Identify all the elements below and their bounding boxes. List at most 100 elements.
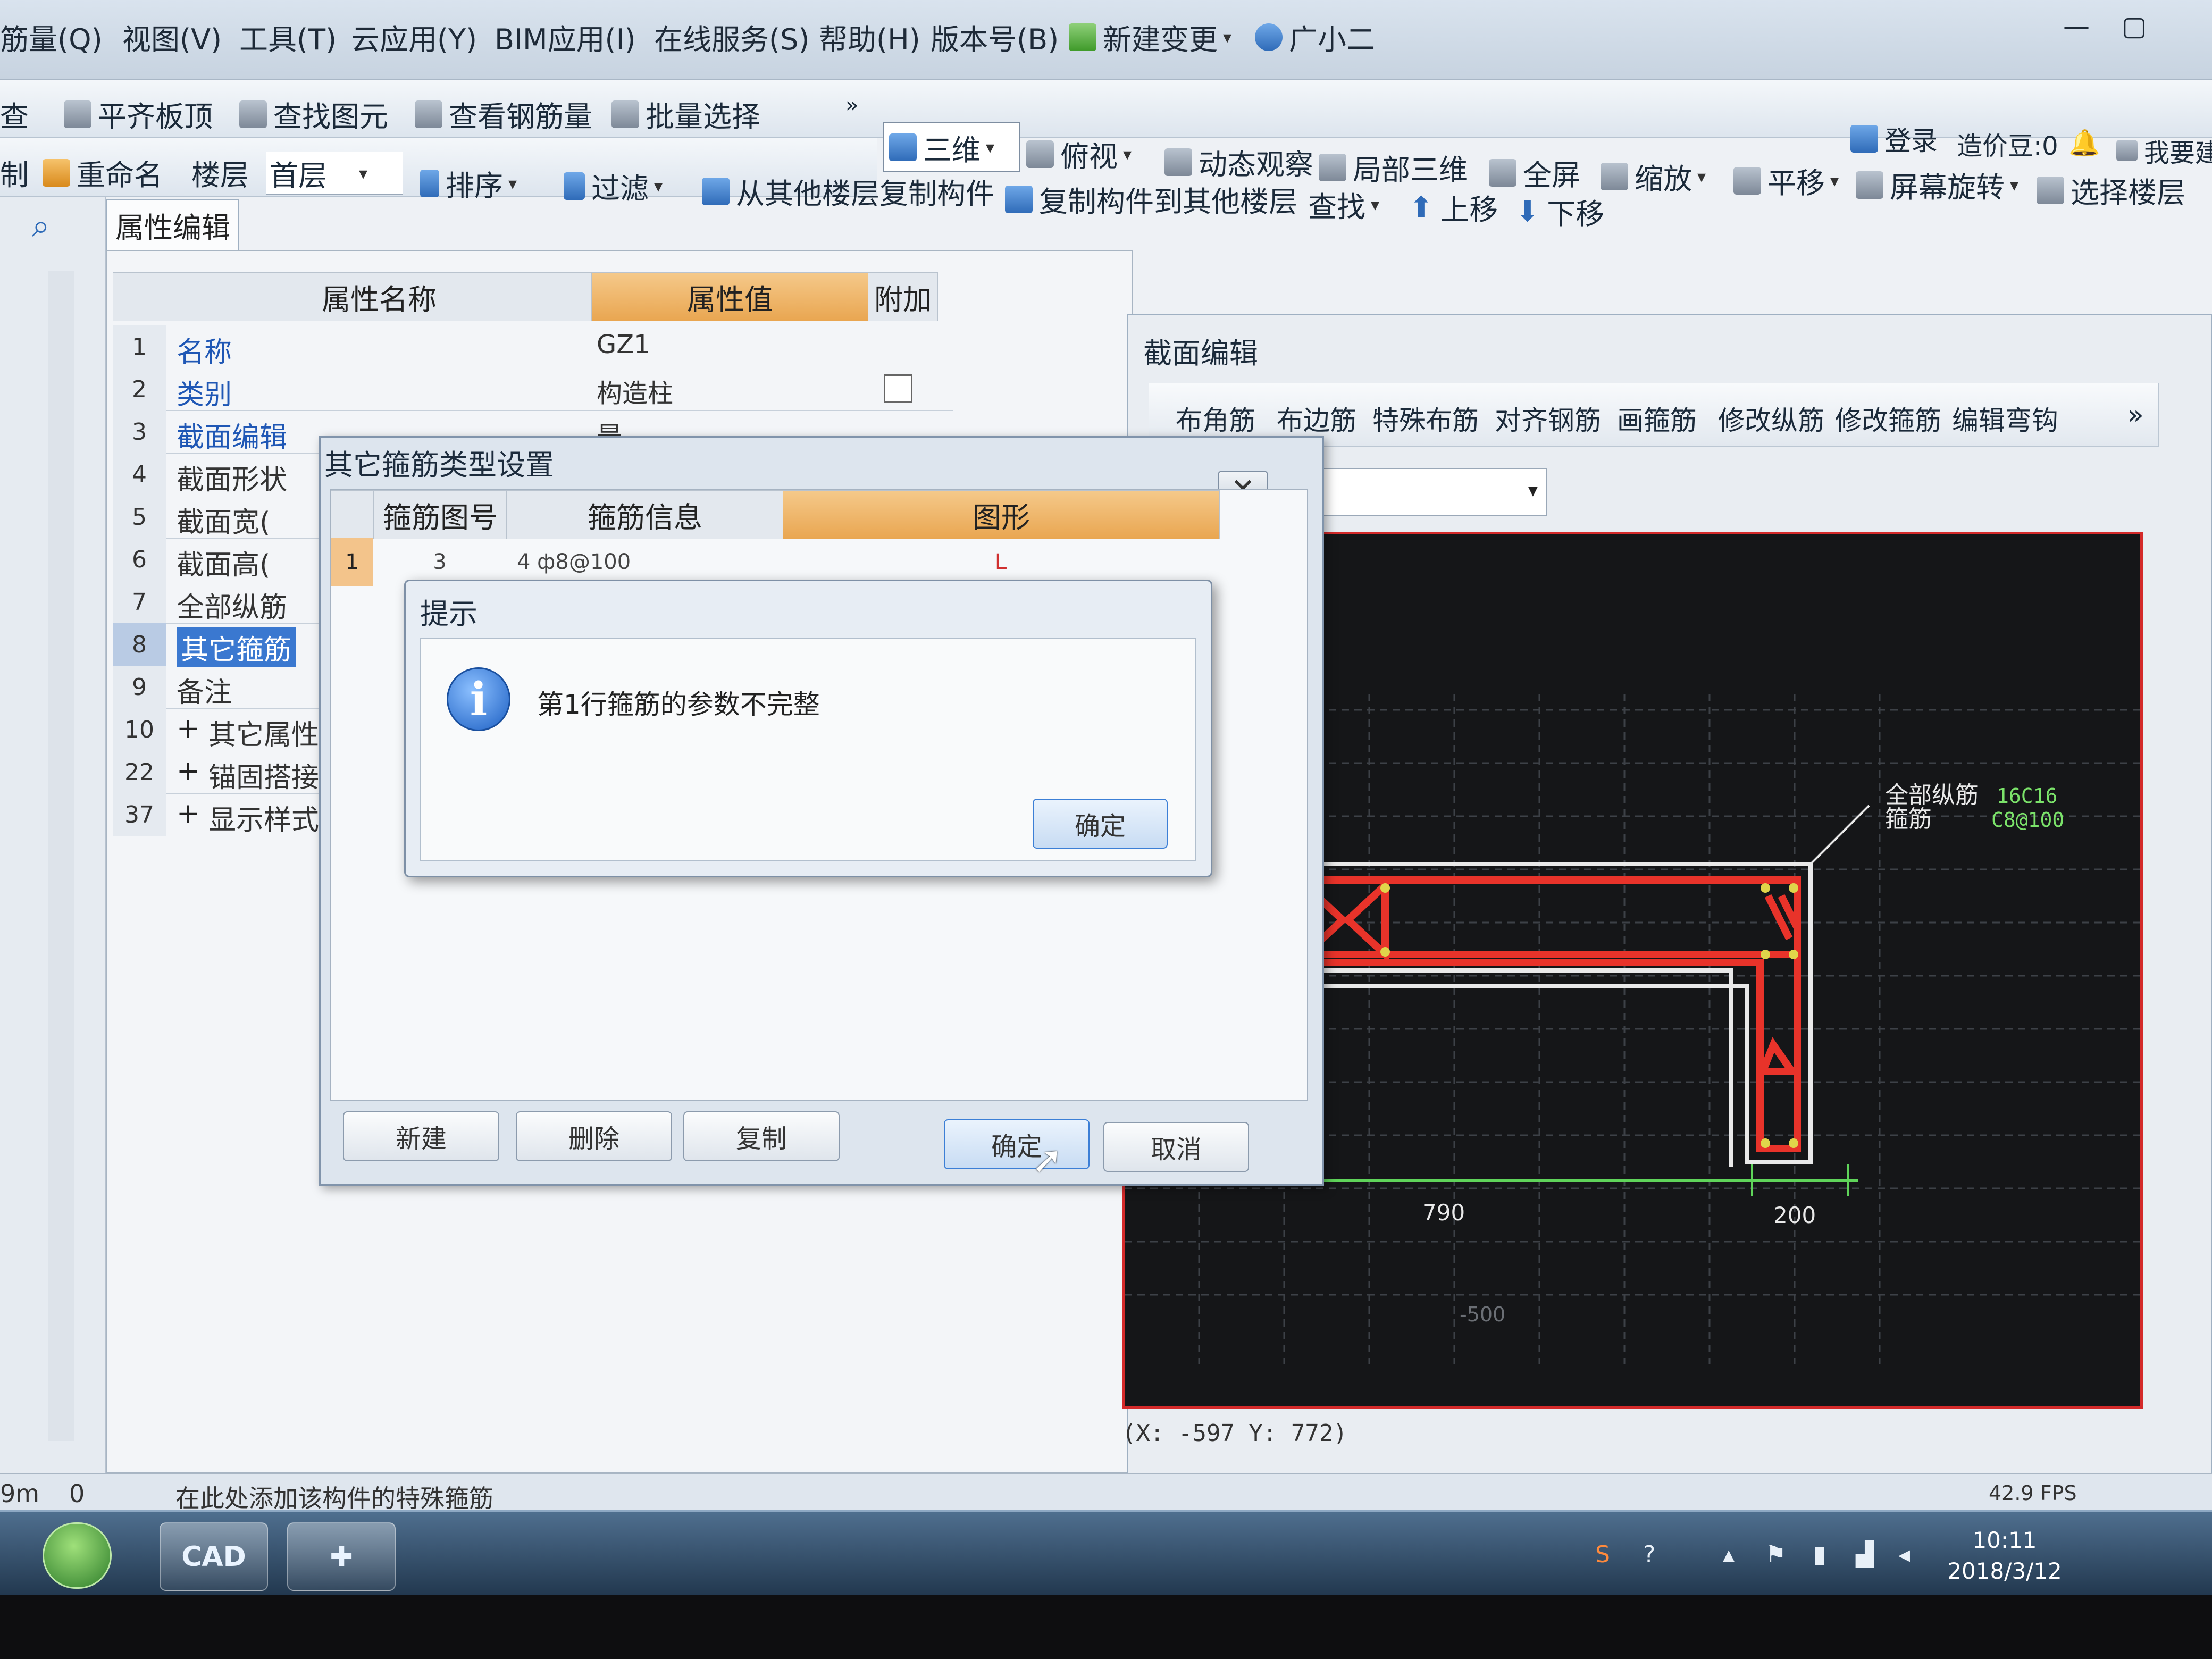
cell-shape[interactable]: L <box>783 538 1219 586</box>
col-header-name[interactable]: 属性名称 <box>166 272 592 321</box>
network-icon[interactable]: ▟ <box>1856 1541 1874 1568</box>
message-ok-button[interactable]: 确定 <box>1033 799 1168 849</box>
menu-quantity[interactable]: 筋量(Q) <box>0 16 103 58</box>
menu-version[interactable]: 版本号(B) <box>931 16 1059 58</box>
taskbar-app[interactable]: ✚ <box>287 1522 396 1591</box>
property-name: 锚固搭接 <box>208 762 320 794</box>
fps-readout: 42.9 FPS <box>1989 1481 2077 1505</box>
chevron-down-icon: ▾ <box>359 163 368 183</box>
table-corner <box>331 490 374 539</box>
tool-copy-to-floor[interactable]: 复制构件到其他楼层 <box>1005 178 1297 220</box>
volume-icon[interactable]: ◂ <box>1898 1541 1910 1568</box>
maximize-icon[interactable]: ▢ <box>2122 11 2147 41</box>
property-row[interactable]: 1 名称 GZ1 <box>113 325 953 368</box>
battery-icon[interactable]: ▮ <box>1813 1541 1826 1568</box>
start-button[interactable] <box>43 1522 112 1589</box>
property-row[interactable]: 2 类别 构造柱 <box>113 368 953 411</box>
col-header-stirrup-num[interactable]: 箍筋图号 <box>373 490 507 539</box>
sogou-ime-icon[interactable]: S <box>1595 1541 1610 1568</box>
tool-edge-rebar[interactable]: 布边筋 <box>1277 399 1356 438</box>
floor-select[interactable]: 首层 ▾ <box>266 152 403 195</box>
property-name: 显示样式 <box>208 805 320 836</box>
menu-help[interactable]: 帮助(H) <box>819 16 920 58</box>
tree-scrollbar[interactable] <box>48 271 74 1441</box>
tool-filter[interactable]: 过滤 ▾ <box>564 165 663 207</box>
tool-draw-stirrup[interactable]: 画箍筋 <box>1617 399 1697 438</box>
message-box-title: 提示 <box>420 597 477 631</box>
clock-date: 2018/3/12 <box>1947 1558 2062 1584</box>
taskbar-clock[interactable]: 10:11 2018/3/12 <box>1925 1525 2084 1587</box>
tool-find[interactable]: 查找 ▾ <box>1308 183 1379 225</box>
chevron-down-icon: ▾ <box>1371 194 1380 215</box>
menu-bim[interactable]: BIM应用(I) <box>495 16 636 58</box>
property-value[interactable]: GZ1 <box>597 330 650 359</box>
tool-modify-stirrup[interactable]: 修改箍筋 <box>1835 399 1941 438</box>
row-number: 9 <box>113 666 166 708</box>
cancel-button[interactable]: 取消 <box>1103 1122 1249 1172</box>
cell-stirrup-num[interactable]: 3 <box>373 538 506 586</box>
copy-button[interactable]: 复制 <box>683 1111 840 1161</box>
label-all-rebar: 全部纵筋 <box>1885 782 1979 809</box>
assistant-button[interactable]: 广小二 <box>1255 16 1375 58</box>
tray-expand-icon[interactable]: ▴ <box>1723 1541 1735 1568</box>
row-number: 3 <box>113 410 166 453</box>
new-change-button[interactable]: 新建变更 ▾ <box>1069 16 1231 58</box>
property-name: 截面形状 <box>177 464 288 496</box>
message-box-body: 确定 <box>420 638 1196 861</box>
col-header-shape[interactable]: 图形 <box>783 490 1220 539</box>
minimize-icon[interactable]: — <box>2063 11 2090 41</box>
tool-sort-label: 排序 <box>446 169 503 203</box>
property-name: 类别 <box>177 379 232 411</box>
tool-draw[interactable]: 制 <box>0 152 29 194</box>
cell-stirrup-info[interactable]: 4 ф8@100 <box>506 538 783 586</box>
tool-rename[interactable]: 重命名 <box>43 152 163 194</box>
row-number: 5 <box>113 496 166 538</box>
component-tree-panel: ⌕ <box>0 197 106 1473</box>
tool-modify-long-rebar[interactable]: 修改纵筋 <box>1718 399 1824 438</box>
chevron-down-icon: ▾ <box>508 173 517 194</box>
row-index[interactable]: 1 <box>331 538 373 586</box>
taskbar-cad[interactable]: CAD <box>160 1522 268 1591</box>
tool-move-up[interactable]: ⬆ 上移 <box>1409 186 1498 228</box>
menu-cloud[interactable]: 云应用(Y) <box>351 16 477 58</box>
flag-icon[interactable]: ⚑ <box>1765 1541 1786 1568</box>
col-header-value[interactable]: 属性值 <box>591 272 869 321</box>
clock-time: 10:11 <box>1972 1527 2037 1553</box>
cursor-coordinate: (X: -597 Y: 772) <box>1122 1420 1347 1447</box>
chevron-down-icon: ▾ <box>654 175 663 196</box>
tool-edit-hook[interactable]: 编辑弯钩 <box>1952 399 2058 438</box>
expand-plus-icon[interactable]: + <box>177 798 200 830</box>
extra-checkbox[interactable] <box>884 374 912 403</box>
more-chevron-icon[interactable]: » <box>2127 399 2144 430</box>
floor-label: 楼层 <box>191 158 249 192</box>
tool-sort[interactable]: 排序 ▾ <box>420 162 517 204</box>
col-header-stirrup-info[interactable]: 箍筋信息 <box>506 490 784 539</box>
tool-special-rebar[interactable]: 特殊布筋 <box>1372 399 1479 438</box>
tab-property-edit[interactable]: 属性编辑 <box>106 199 239 250</box>
expand-plus-icon[interactable]: + <box>177 713 200 744</box>
tool-copy-from-floor-label: 从其他楼层复制构件 <box>736 177 994 211</box>
ok-button[interactable]: 确定 <box>944 1119 1090 1169</box>
dim-790: 790 <box>1422 1200 1465 1226</box>
col-header-extra[interactable]: 附加 <box>868 272 938 321</box>
tool-copy-from-floor[interactable]: 从其他楼层复制构件 <box>702 170 994 212</box>
tool-align-rebar[interactable]: 对齐钢筋 <box>1495 399 1601 438</box>
info-icon: i <box>447 667 510 731</box>
tool-corner-rebar[interactable]: 布角筋 <box>1176 399 1255 438</box>
menu-view[interactable]: 视图(V) <box>122 16 222 58</box>
monitor-bezel <box>0 1595 2212 1659</box>
search-icon[interactable]: ⌕ <box>32 207 74 250</box>
tool-move-down-label: 下移 <box>1547 197 1605 231</box>
delete-button[interactable]: 删除 <box>516 1111 672 1161</box>
status-bar: 9m 0 在此处添加该构件的特殊箍筋 42.9 FPS <box>0 1473 2212 1513</box>
toolbar-component-right: 排序 ▾ 过滤 ▾ 从其他楼层复制构件 复制构件到其他楼层 查找 ▾ ⬆ 上移 ⬇ 下移 <box>420 149 2201 231</box>
property-name: 备注 <box>177 677 232 709</box>
help-icon[interactable]: ? <box>1643 1541 1655 1568</box>
new-button[interactable]: 新建 <box>343 1111 499 1161</box>
expand-plus-icon[interactable]: + <box>177 755 200 787</box>
property-value[interactable]: 构造柱 <box>597 372 673 409</box>
menu-tools[interactable]: 工具(T) <box>239 16 337 58</box>
status-left: 9m <box>0 1479 40 1508</box>
menu-online[interactable]: 在线服务(S) <box>654 16 809 58</box>
tool-move-down[interactable]: ⬇ 下移 <box>1515 190 1604 232</box>
